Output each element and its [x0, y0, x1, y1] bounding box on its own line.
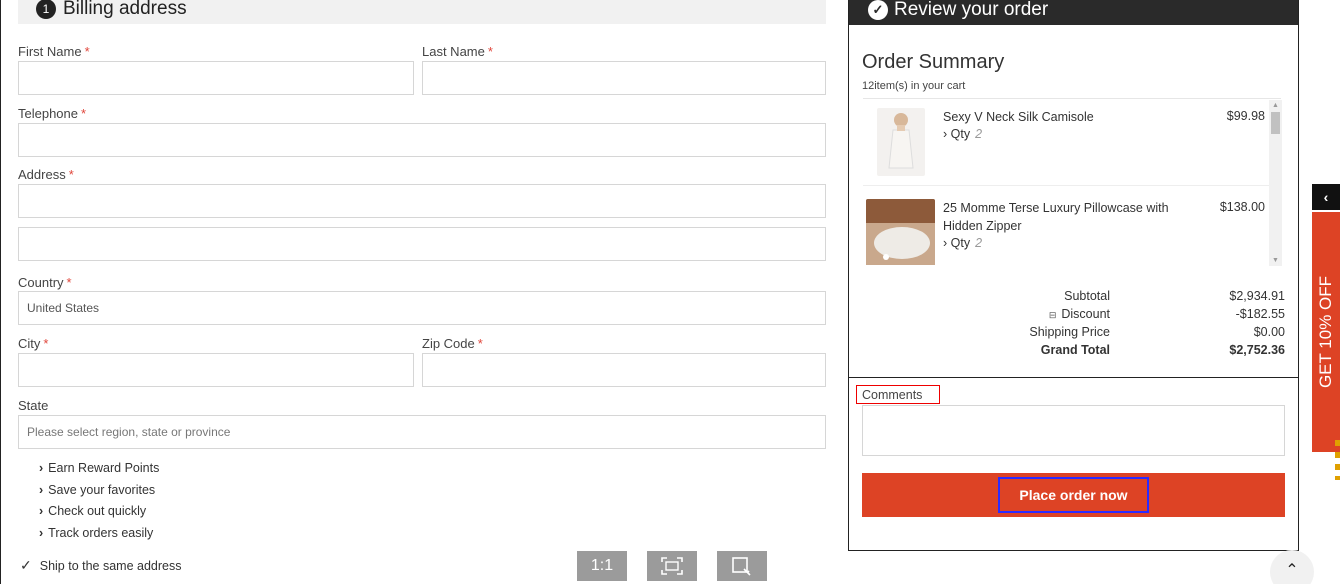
first-name-input[interactable] [18, 61, 414, 95]
benefit-item: Earn Reward Points [39, 461, 159, 483]
item-qty: › Qty 2 [943, 236, 983, 250]
benefits-list: Earn Reward Points Save your favorites C… [39, 461, 159, 547]
state-label: State [18, 398, 49, 413]
required-mark: * [81, 106, 87, 121]
discount-label[interactable]: ⊟ Discount [1049, 307, 1110, 321]
cart-items-list: Sexy V Neck Silk Camisole › Qty 2 $99.98 … [863, 98, 1281, 265]
shipping-value: $0.00 [1253, 325, 1285, 339]
required-mark: * [487, 44, 493, 59]
actual-size-label: 1:1 [590, 557, 614, 574]
scrollbar-thumb[interactable] [1271, 112, 1280, 134]
scroll-up-arrow-icon[interactable]: ▲ [1272, 102, 1279, 109]
address-line1-input[interactable] [18, 184, 826, 218]
first-name-label: First Name * [18, 44, 90, 59]
discount-value: -$182.55 [1235, 307, 1285, 321]
country-label: Country * [18, 275, 72, 290]
required-mark: * [43, 336, 49, 351]
item-price: $99.98 [1226, 109, 1265, 123]
qty-value: 2 [975, 236, 983, 250]
comments-textarea[interactable] [862, 405, 1285, 456]
billing-header: 1 Billing address [18, 0, 826, 24]
subtotal-row: Subtotal $2,934.91 [848, 289, 1298, 307]
cart-count: 12item(s) in your cart [862, 80, 966, 92]
place-order-button[interactable]: Place order now [862, 473, 1285, 517]
city-input[interactable] [18, 353, 414, 387]
qty-value: 2 [975, 127, 983, 141]
required-mark: * [68, 167, 74, 182]
benefit-item: Save your favorites [39, 483, 159, 505]
required-mark: * [84, 44, 90, 59]
scroll-to-top-button[interactable]: ⌃ [1270, 550, 1314, 584]
grand-total-label: Grand Total [1040, 343, 1110, 357]
shipping-row: Shipping Price $0.00 [848, 325, 1298, 343]
billing-title: Billing address [63, 0, 187, 19]
telephone-label: Telephone * [18, 106, 87, 121]
comments-label: Comments [856, 385, 940, 404]
scroll-down-arrow-icon[interactable]: ▼ [1272, 257, 1279, 264]
telephone-input[interactable] [18, 123, 826, 157]
benefit-item: Check out quickly [39, 504, 159, 526]
crop-icon [732, 557, 751, 576]
required-mark: * [477, 336, 483, 351]
fit-screen-button[interactable] [647, 551, 697, 581]
address-label: Address * [18, 167, 74, 182]
last-name-input[interactable] [422, 61, 826, 95]
section-divider [849, 377, 1298, 378]
billing-section: 1 Billing address First Name * Last Name *… [0, 0, 830, 584]
country-select[interactable] [18, 291, 826, 325]
discount-row: ⊟ Discount -$182.55 [848, 307, 1298, 325]
place-order-label: Place order now [998, 477, 1149, 513]
crop-button[interactable] [717, 551, 767, 581]
chevron-left-icon: ‹ [1323, 189, 1329, 205]
ship-same-address-checkbox[interactable]: ✓ Ship to the same address [20, 557, 181, 574]
promo-text: GET 10% OFF [1316, 275, 1335, 389]
required-mark: * [66, 275, 72, 290]
review-header: ✓ Review your order [849, 0, 1298, 25]
camisole-thumbnail [877, 108, 925, 176]
fit-screen-icon [661, 557, 683, 575]
address-line2-input[interactable] [18, 227, 826, 261]
item-divider [863, 185, 1269, 186]
benefit-item: Track orders easily [39, 526, 159, 548]
ship-same-address-label: Ship to the same address [39, 558, 182, 573]
zip-input[interactable] [422, 353, 826, 387]
city-label: City * [18, 336, 49, 351]
item-qty: › Qty 2 [943, 127, 983, 141]
check-circle-icon: ✓ [868, 0, 888, 20]
pillowcase-thumbnail [866, 199, 935, 265]
grand-total-row: Grand Total $2,752.36 [848, 343, 1298, 361]
actual-size-button[interactable]: 1:1 [577, 551, 627, 581]
subtotal-value: $2,934.91 [1229, 289, 1285, 303]
state-select[interactable] [18, 415, 826, 449]
last-name-label: Last Name * [422, 44, 493, 59]
chevron-up-icon: ⌃ [1285, 562, 1299, 579]
checkout-page: 1 Billing address First Name * Last Name *… [0, 0, 1340, 584]
item-name: Sexy V Neck Silk Camisole [943, 110, 1094, 124]
shipping-label: Shipping Price [1029, 325, 1110, 339]
step-number: 1 [36, 0, 56, 19]
promo-collapse-button[interactable]: ‹ [1312, 184, 1340, 210]
item-price: $138.00 [1219, 200, 1265, 214]
review-title: Review your order [894, 0, 1049, 20]
cart-scrollbar[interactable]: ▲ ▼ [1269, 100, 1282, 266]
order-summary-title: Order Summary [862, 51, 1005, 73]
item-name: 25 Momme Terse Luxury Pillowcase with Hi… [943, 201, 1169, 233]
collapse-icon[interactable]: ⊟ [1049, 310, 1057, 321]
promo-decoration [1335, 440, 1340, 480]
subtotal-label: Subtotal [1064, 289, 1110, 303]
zip-label: Zip Code * [422, 336, 483, 351]
grand-total-value: $2,752.36 [1229, 343, 1285, 357]
checkmark-icon: ✓ [20, 557, 32, 573]
